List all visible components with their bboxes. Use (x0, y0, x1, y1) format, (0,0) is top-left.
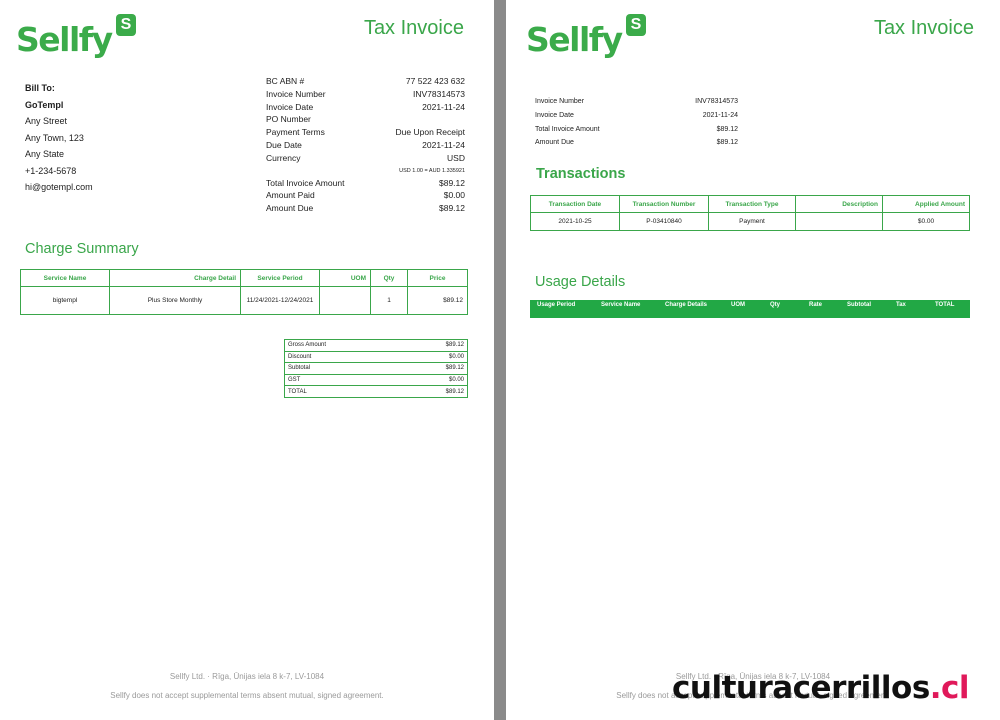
bill-to-email: hi@gotempl.com (25, 182, 93, 192)
table-header-row: Service Name Charge Detail Service Perio… (20, 269, 468, 287)
totals-row: GST $0.00 (284, 374, 468, 387)
charge-summary-title: Charge Summary (25, 241, 139, 257)
info-row: Invoice Date 2021-11-24 (535, 111, 738, 119)
totals-row: Discount $0.00 (284, 351, 468, 364)
totals-table: Gross Amount $89.12 Discount $0.00 Subtota… (284, 339, 468, 398)
sellfy-logo: Sellfy S (16, 14, 141, 64)
info-row: Payment Terms Due Upon Receipt (266, 127, 465, 138)
bill-to-label: Bill To: (25, 83, 55, 93)
info-row: Currency USD (266, 152, 465, 163)
info-row: Invoice Date 2021-11-24 (266, 101, 465, 112)
cell (795, 212, 883, 231)
column-header: Usage Period (537, 302, 576, 308)
footer-terms: Sellfy does not accept supplemental term… (110, 691, 384, 700)
bill-to-street: Any Street (25, 116, 68, 126)
cell: 2021-10-25 (530, 212, 620, 231)
cell: P-03410840 (619, 212, 709, 231)
column-header: Rate (809, 302, 823, 308)
column-header: Service Name (20, 269, 110, 287)
invoice-page-2: Sellfy S Tax Invoice Invoice Number INV78… (506, 0, 1000, 720)
column-header: UOM (731, 302, 745, 308)
doc-title: Tax Invoice (363, 17, 464, 39)
info-row: Invoice Number INV78314573 (535, 98, 738, 105)
column-header: Transaction Date (530, 195, 620, 213)
bill-to-block: Bill To: GoTempl Any Street Any Town, 12… (25, 80, 93, 196)
column-header: Transaction Number (619, 195, 709, 213)
amount-row: Amount Due $89.12 (266, 203, 465, 214)
invoice-page-1: Sellfy S Tax Invoice Bill To: GoTempl An… (0, 0, 494, 720)
logo-wordmark: Sellfy (16, 20, 113, 59)
cell (319, 286, 371, 315)
table-row: 2021-10-25 P-03410840 Payment $0.00 (530, 212, 970, 231)
cell: $89.12 (407, 286, 468, 315)
usage-details-title: Usage Details (535, 274, 626, 290)
column-header: Service Period (240, 269, 320, 287)
column-header: Qty (370, 269, 408, 287)
usage-details-header-bar: Usage Period Service Name Charge Details… (530, 300, 970, 318)
cell: Payment (708, 212, 796, 231)
table-header-row: Transaction Date Transaction Number Tran… (530, 195, 970, 213)
logo-wordmark: Sellfy (526, 20, 623, 59)
transactions-table: Transaction Date Transaction Number Tran… (530, 195, 970, 231)
logo-badge-icon: S (116, 14, 136, 36)
info-row: Total Invoice Amount $89.12 (535, 125, 738, 133)
totals-row: Gross Amount $89.12 (284, 339, 468, 352)
transactions-title: Transactions (536, 166, 626, 182)
column-header: UOM (319, 269, 371, 287)
column-header: Applied Amount (882, 195, 970, 213)
bill-to-phone: +1-234-5678 (25, 165, 77, 176)
cell: bigtempl (20, 286, 110, 315)
charge-summary-table: Service Name Charge Detail Service Perio… (20, 269, 468, 315)
column-header: Tax (896, 302, 906, 308)
doc-title: Tax Invoice (873, 17, 974, 39)
column-header: Description (795, 195, 883, 213)
bill-to-state: Any State (25, 149, 65, 159)
cell: 11/24/2021-12/24/2021 (240, 286, 320, 315)
invoice-info: Invoice Number INV78314573 Invoice Date 20… (535, 95, 738, 150)
column-header: Subtotal (847, 302, 871, 308)
totals-row: Subtotal $89.12 (284, 362, 468, 375)
column-header: Qty (770, 302, 781, 308)
amount-row: Amount Paid $0.00 (266, 190, 465, 201)
totals-row: TOTAL $89.12 (288, 388, 464, 395)
bill-to-town: Any Town, 123 (25, 132, 84, 143)
info-row: BC ABN #77 522 423 632 (266, 76, 465, 86)
logo-badge-icon: S (626, 14, 646, 36)
table-row: bigtempl Plus Store Monthly 11/24/2021-1… (20, 286, 468, 315)
amount-row: Total Invoice Amount $89.12 (266, 177, 465, 188)
info-row: Due Date 2021-11-24 (266, 139, 465, 150)
column-header: Service Name (601, 302, 641, 308)
invoice-info: BC ABN #77 522 423 632 Invoice Number INV… (266, 75, 465, 215)
info-row: Invoice Number INV78314573 (266, 88, 465, 99)
exchange-rate-note: USD 1.00 = AUD 1.335921 (399, 167, 465, 174)
site-watermark: culturacerrillos.cl (672, 670, 970, 706)
info-row: Amount Due $89.12 (535, 139, 738, 147)
cell: $0.00 (882, 212, 970, 231)
bill-to-name: GoTempl (25, 99, 64, 110)
footer-address: Sellfy Ltd. · Rīga, Ūnijas iela 8 k-7, L… (169, 672, 325, 681)
cell: 1 (370, 286, 408, 315)
sellfy-logo: Sellfy S (526, 14, 651, 64)
info-row: PO Number (266, 114, 311, 125)
cell: Plus Store Monthly (109, 286, 241, 315)
column-header: Charge Detail (109, 269, 241, 287)
column-header: Price (407, 269, 468, 287)
column-header: TOTAL (935, 302, 955, 308)
column-header: Charge Details (665, 302, 708, 308)
column-header: Transaction Type (708, 195, 796, 213)
